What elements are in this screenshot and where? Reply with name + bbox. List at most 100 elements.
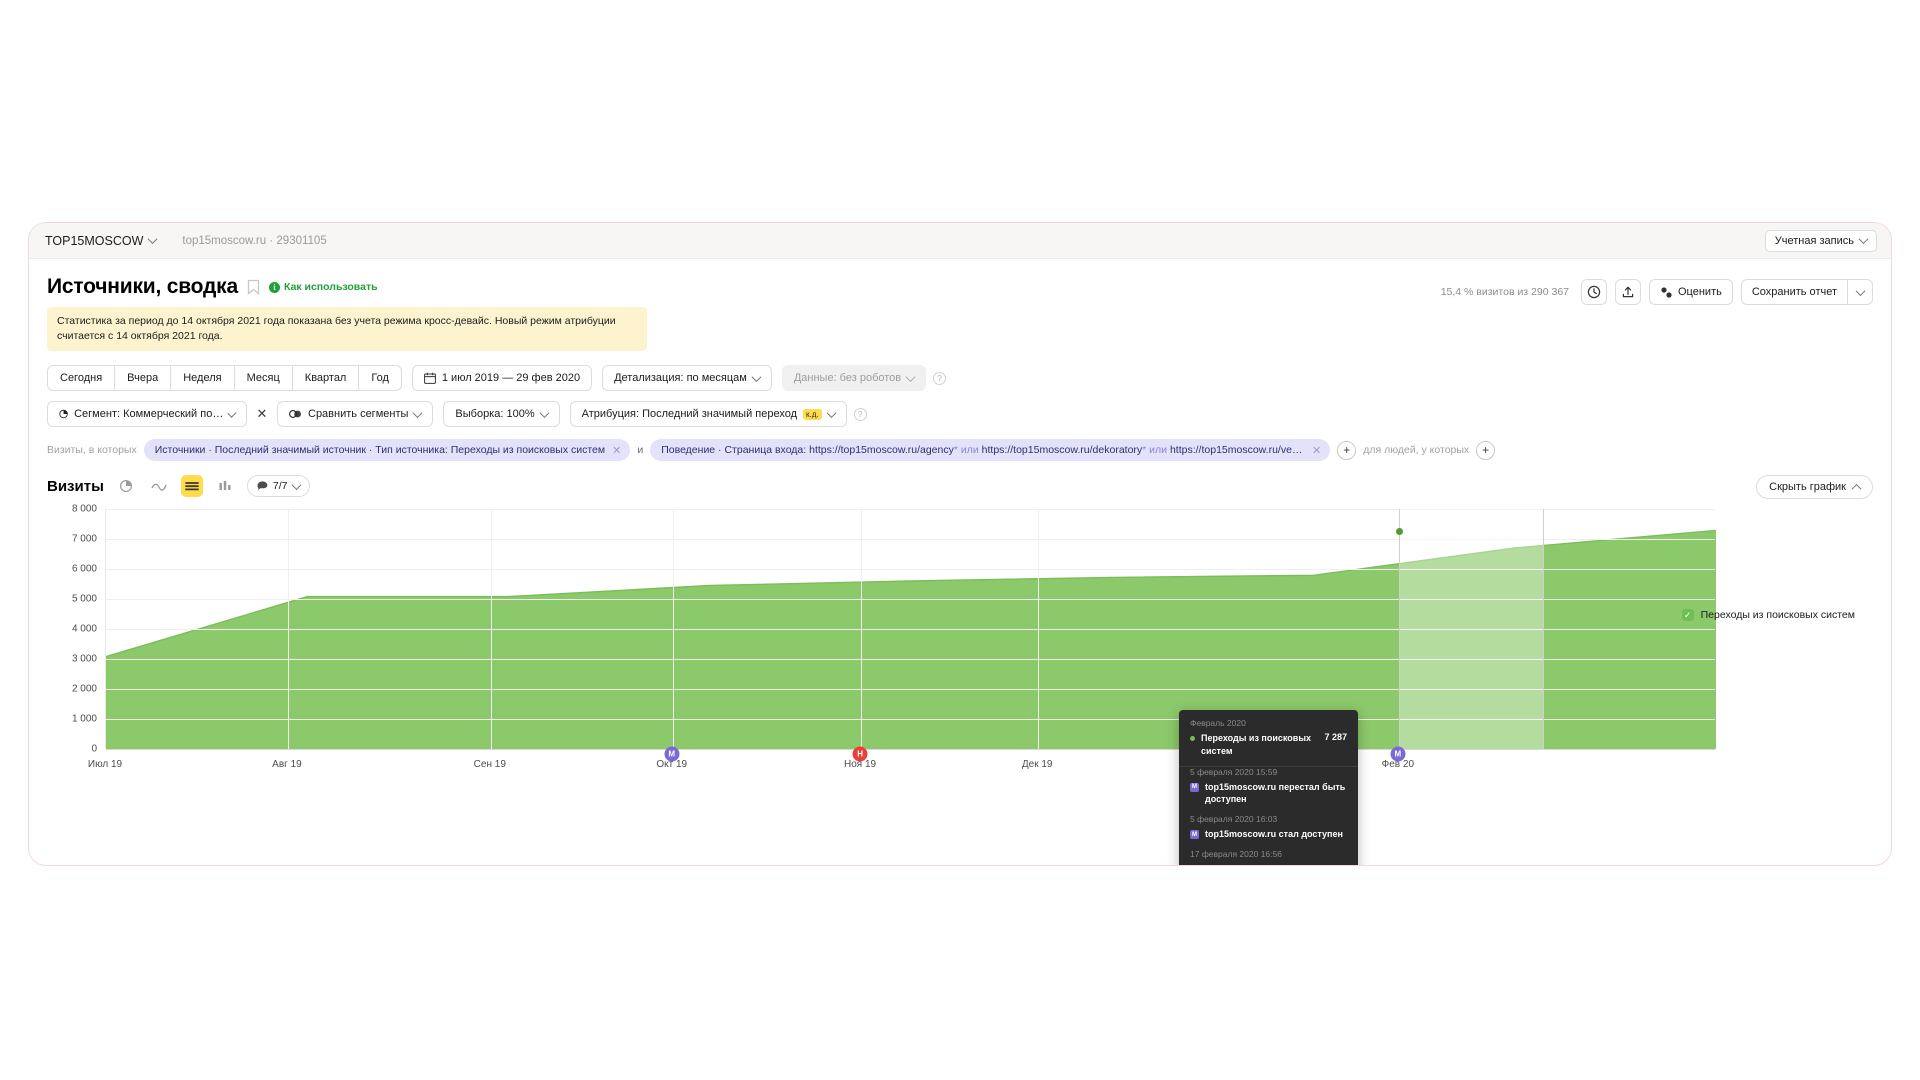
counter-name: TOP15MOSCOW — [45, 233, 144, 248]
save-report-menu-button[interactable] — [1847, 279, 1873, 305]
metrica-app-window: TOP15MOSCOW top15moscow.ru · 29301105 Уч… — [28, 222, 1892, 866]
segment-clear-button[interactable]: ✕ — [251, 401, 273, 427]
account-topbar: TOP15MOSCOW top15moscow.ru · 29301105 Уч… — [29, 223, 1891, 259]
evaluate-label: Оценить — [1678, 286, 1722, 298]
chevron-down-icon — [751, 372, 762, 382]
save-report-label: Сохранить отчет — [1751, 286, 1837, 298]
series-dot-icon — [1190, 736, 1195, 742]
tooltip-event-text: top15moscow.ru стал доступен — [1205, 829, 1343, 839]
tooltip-event: 5 февраля 2020 16:03 Mtop15moscow.ru стал… — [1179, 814, 1358, 840]
y-axis-tick: 7 000 — [71, 533, 97, 545]
or-2: или — [1149, 444, 1168, 457]
data-mode-label: Данные: без роботов — [793, 372, 902, 385]
wildcard-star: * — [1142, 444, 1147, 457]
how-to-use-link[interactable]: i Как использовать — [268, 281, 378, 293]
add-people-condition-button[interactable]: + — [1476, 440, 1496, 460]
monitor-icon: M — [1190, 865, 1199, 866]
comment-icon — [257, 481, 268, 491]
bar-chart-icon — [219, 481, 231, 491]
comments-button[interactable]: 7/7 — [246, 475, 310, 498]
hover-column — [1398, 509, 1544, 750]
filter-chip-behavior[interactable]: Поведение · Страница входа: https://top1… — [650, 439, 1331, 462]
sampling-select[interactable]: Выборка: 100% — [443, 401, 560, 428]
filter-chip-behavior-text: Поведение · Страница входа: https://top1… — [661, 444, 1305, 456]
legend-label: Переходы из поисковых систем — [1700, 609, 1855, 622]
chart-event-marker[interactable]: H — [852, 746, 868, 762]
bookmark-icon[interactable] — [247, 279, 260, 295]
viz-bar-button[interactable] — [214, 475, 236, 497]
period-yesterday[interactable]: Вчера — [115, 365, 172, 392]
compare-segments-button[interactable]: Сравнить сегменты — [277, 401, 434, 428]
area-chart-icon — [184, 482, 199, 491]
y-axis-tick: 3 000 — [71, 653, 97, 665]
tooltip-event-row: Mtop15moscow.ru перестал быть доступен — [1190, 863, 1347, 866]
chart-event-marker[interactable]: M — [664, 746, 680, 762]
save-report-button[interactable]: Сохранить отчет — [1740, 279, 1847, 305]
x-axis-tick: Дек 19 — [1021, 759, 1053, 771]
help-icon[interactable]: ? — [853, 407, 867, 421]
series-point — [1395, 527, 1403, 535]
tooltip-event-row: Mtop15moscow.ru стал доступен — [1190, 828, 1347, 840]
viz-pie-button[interactable] — [115, 475, 137, 497]
chart-event-marker[interactable]: M — [1390, 746, 1406, 762]
thumbs-icon — [1661, 286, 1672, 298]
monitor-icon: M — [1190, 830, 1199, 839]
filter-bar: Визиты, в которых Источники · Последний … — [47, 439, 1873, 462]
period-today[interactable]: Сегодня — [47, 365, 116, 392]
chart-tooltip: Февраль 2020 Переходы из поисковых систе… — [1179, 710, 1358, 866]
tooltip-main: Февраль 2020 Переходы из поисковых систе… — [1179, 718, 1358, 756]
chevron-down-icon — [412, 408, 423, 418]
close-icon[interactable]: ✕ — [1312, 444, 1321, 457]
y-axis-tick: 6 000 — [71, 563, 97, 575]
y-axis-tick: 5 000 — [71, 593, 97, 605]
chevron-down-icon — [905, 372, 916, 382]
history-button[interactable] — [1581, 279, 1607, 305]
tooltip-series-value: 7 287 — [1324, 732, 1347, 743]
y-axis-tick: 0 — [91, 743, 97, 755]
chart-plot[interactable] — [105, 509, 1716, 751]
viz-line-button[interactable] — [148, 475, 170, 497]
compare-segments-label: Сравнить сегменты — [308, 408, 409, 421]
tooltip-event-date: 5 февраля 2020 15:59 — [1190, 766, 1278, 777]
y-axis-tick: 1 000 — [71, 713, 97, 725]
counter-domain-line[interactable]: top15moscow.ru · 29301105 — [182, 235, 326, 247]
or-1: или — [960, 444, 979, 457]
page-title: Источники, сводка — [47, 275, 238, 298]
legend-checkbox[interactable]: ✓ — [1681, 609, 1694, 622]
vertical-gridline — [287, 509, 289, 750]
report-content: Источники, сводка i Как использовать Ста… — [29, 259, 1891, 865]
chevron-down-icon — [539, 408, 550, 418]
data-mode-select[interactable]: Данные: без роботов — [781, 365, 927, 392]
x-axis-tick: Сен 19 — [473, 759, 506, 771]
chevron-down-icon — [1858, 234, 1869, 245]
segment-select[interactable]: Сегмент: Коммерческий поисковый т... — [47, 401, 247, 428]
period-presets: Сегодня Вчера Неделя Месяц Квартал Год — [47, 365, 402, 392]
segment-toolbar: Сегмент: Коммерческий поисковый т... ✕ С… — [47, 401, 1873, 428]
evaluate-button[interactable]: Оценить — [1649, 279, 1733, 305]
metric-title: Визиты — [47, 477, 104, 495]
help-icon[interactable]: ? — [933, 371, 947, 385]
account-menu-button[interactable]: Учетная запись — [1764, 229, 1877, 252]
tooltip-event-row: Mtop15moscow.ru перестал быть доступен — [1190, 781, 1347, 805]
viz-area-button[interactable] — [180, 475, 203, 498]
chart-area: 0 1 000 2 000 3 000 4 000 5 000 6 000 7 000 8 00… — [47, 504, 1873, 865]
add-visit-condition-button[interactable]: + — [1337, 440, 1357, 460]
filter-chip-sources-text: Источники · Последний значимый источник … — [154, 444, 606, 457]
date-range-picker[interactable]: 1 июл 2019 — 29 фев 2020 — [411, 365, 593, 392]
dot-separator: · — [269, 234, 274, 247]
counter-selector[interactable]: TOP15MOSCOW — [45, 233, 158, 248]
export-button[interactable] — [1615, 279, 1641, 305]
wildcard-star: * — [953, 444, 958, 457]
filter-chip-sources[interactable]: Источники · Последний значимый источник … — [143, 439, 631, 462]
period-week[interactable]: Неделя — [171, 365, 235, 392]
period-year[interactable]: Год — [359, 365, 402, 392]
attribution-select[interactable]: Атрибуция: Последний значимый переход к.… — [569, 401, 847, 428]
hide-chart-label: Скрыть график — [1769, 481, 1846, 494]
close-icon[interactable]: ✕ — [612, 444, 621, 457]
hide-chart-button[interactable]: Скрыть график — [1756, 475, 1873, 500]
detail-level-select[interactable]: Детализация: по месяцам — [602, 365, 772, 392]
period-month[interactable]: Месяц — [234, 365, 293, 392]
period-quarter[interactable]: Квартал — [292, 365, 360, 392]
monitor-icon: M — [1190, 782, 1199, 792]
chevron-down-icon — [291, 480, 301, 490]
